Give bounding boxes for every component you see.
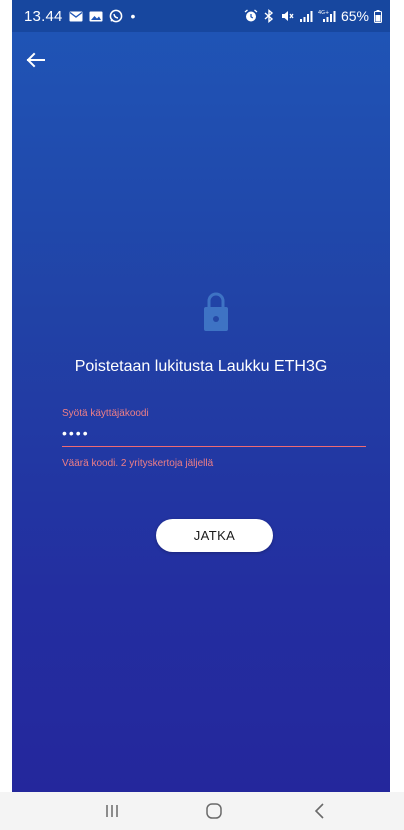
code-error-message: Väärä koodi. 2 yrityskertoja jäljellä bbox=[62, 458, 214, 469]
mute-icon bbox=[280, 9, 294, 23]
battery-percent: 65% bbox=[340, 8, 369, 24]
recents-icon bbox=[106, 805, 118, 817]
arrow-left-icon bbox=[26, 52, 45, 68]
device-frame: 13.44 • 4G+ 65% Poistetaan lukitusta Lau… bbox=[0, 0, 404, 830]
continue-button[interactable]: JATKA bbox=[156, 519, 273, 552]
nav-back-button[interactable] bbox=[300, 796, 340, 826]
bluetooth-icon bbox=[263, 9, 275, 23]
code-field-label: Syötä käyttäjäkoodi bbox=[62, 408, 149, 419]
back-chevron-icon bbox=[314, 803, 324, 819]
status-time: 13.44 bbox=[24, 7, 63, 25]
home-icon bbox=[206, 803, 222, 819]
status-bar-left: 13.44 • bbox=[24, 0, 135, 32]
back-button[interactable] bbox=[22, 46, 50, 74]
signal-icon bbox=[299, 10, 313, 22]
lock-icon bbox=[203, 288, 229, 332]
whatsapp-icon bbox=[109, 9, 123, 23]
page-title: Poistetaan lukitusta Laukku ETH3G bbox=[74, 358, 328, 375]
recents-button[interactable] bbox=[92, 796, 132, 826]
mail-icon bbox=[69, 11, 83, 22]
status-bar: 13.44 • 4G+ 65% bbox=[12, 0, 390, 32]
user-code-input[interactable] bbox=[62, 420, 366, 447]
svg-text:4G+: 4G+ bbox=[318, 10, 329, 16]
system-nav-bar bbox=[0, 792, 404, 830]
4g-signal-icon: 4G+ bbox=[318, 9, 336, 23]
battery-icon bbox=[374, 9, 382, 23]
app-screen: 13.44 • 4G+ 65% Poistetaan lukitusta Lau… bbox=[12, 0, 390, 792]
home-button[interactable] bbox=[194, 796, 234, 826]
alarm-icon bbox=[244, 9, 258, 23]
gallery-icon bbox=[89, 11, 103, 22]
notification-dot: • bbox=[130, 8, 136, 24]
status-bar-right: 4G+ 65% bbox=[244, 0, 382, 32]
